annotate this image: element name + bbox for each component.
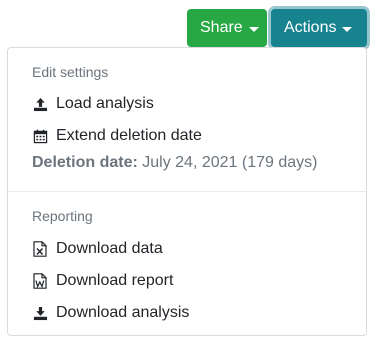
download-icon bbox=[32, 305, 48, 321]
deletion-date-value: July 24, 2021 (179 days) bbox=[142, 154, 318, 171]
actions-button-label: Actions bbox=[284, 19, 337, 36]
download-report-label: Download report bbox=[56, 272, 174, 289]
caret-down-icon bbox=[248, 26, 259, 32]
share-button[interactable]: Share bbox=[187, 9, 267, 47]
actions-dropdown-menu: Edit settings Load analysis Extend delet… bbox=[7, 47, 367, 336]
download-data-item[interactable]: Download data bbox=[32, 235, 163, 263]
download-analysis-item[interactable]: Download analysis bbox=[32, 299, 189, 327]
caret-down-icon bbox=[342, 26, 353, 32]
deletion-date-info: Deletion date: July 24, 2021 (179 days) bbox=[32, 154, 317, 172]
upload-icon bbox=[32, 96, 48, 112]
calendar-icon bbox=[32, 128, 48, 144]
share-button-label: Share bbox=[200, 19, 243, 36]
download-report-item[interactable]: Download report bbox=[32, 267, 173, 295]
extend-deletion-date-label: Extend deletion date bbox=[56, 127, 202, 144]
actions-button[interactable]: Actions bbox=[271, 9, 367, 47]
load-analysis-item[interactable]: Load analysis bbox=[32, 90, 154, 118]
load-analysis-label: Load analysis bbox=[56, 95, 154, 112]
download-data-label: Download data bbox=[56, 240, 163, 257]
edit-settings-header: Edit settings bbox=[32, 64, 109, 80]
deletion-date-label: Deletion date: bbox=[32, 154, 138, 171]
reporting-header: Reporting bbox=[32, 208, 93, 224]
menu-divider bbox=[8, 191, 366, 192]
word-file-icon bbox=[32, 273, 48, 289]
download-analysis-label: Download analysis bbox=[56, 304, 190, 321]
extend-deletion-date-item[interactable]: Extend deletion date bbox=[32, 122, 202, 150]
excel-file-icon bbox=[32, 241, 48, 257]
